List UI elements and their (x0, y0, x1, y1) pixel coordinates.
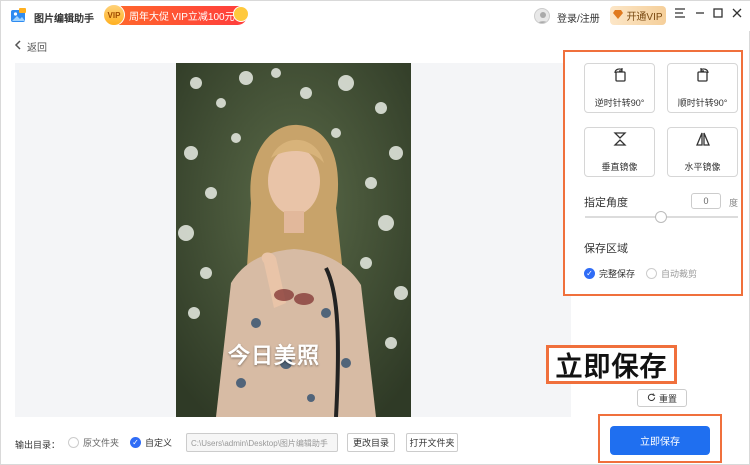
avatar-icon[interactable] (534, 8, 550, 24)
flip-horizontal-button[interactable]: 水平镜像 (667, 127, 738, 177)
full-save-label: 完整保存 (599, 269, 636, 279)
rotate-cw-label: 顺时针转90° (677, 98, 728, 108)
open-folder-button[interactable]: 打开文件夹 (406, 433, 458, 452)
back-button[interactable]: 返回 (14, 39, 47, 54)
checkmark-icon: ✓ (584, 268, 595, 279)
refresh-icon (647, 392, 656, 404)
open-vip-button[interactable]: 开通VIP (610, 6, 666, 25)
promo-text: 周年大促 VIP立减100元 (129, 12, 235, 23)
watermark-text[interactable]: 今日美照 (228, 338, 320, 370)
original-folder-label: 原文件夹 (83, 438, 120, 448)
reset-label: 重置 (658, 393, 677, 404)
reset-button[interactable]: 重置 (637, 389, 687, 407)
maximize-icon[interactable] (711, 7, 725, 23)
vip-button-label: 开通VIP (626, 12, 663, 23)
rotate-ccw-icon (612, 67, 628, 88)
auto-crop-option[interactable]: 自动裁剪 (646, 267, 697, 280)
menu-icon[interactable] (673, 7, 687, 23)
app-window: 图片编辑助手 周年大促 VIP立减100元 VIP 登录/注册 开通VIP 返回 (0, 0, 750, 465)
rotate-cw-button[interactable]: 顺时针转90° (667, 63, 738, 113)
flip-horizontal-label: 水平镜像 (684, 162, 721, 172)
flip-vertical-icon (612, 131, 628, 152)
promo-banner[interactable]: 周年大促 VIP立减100元 (105, 6, 247, 25)
flip-horizontal-icon (695, 131, 711, 152)
minimize-icon[interactable] (693, 7, 707, 23)
original-folder-option[interactable]: 原文件夹 (68, 436, 119, 449)
back-label: 返回 (27, 43, 47, 54)
app-title: 图片编辑助手 (34, 14, 94, 25)
angle-unit: 度 (729, 198, 739, 208)
rotate-ccw-button[interactable]: 逆时针转90° (584, 63, 655, 113)
app-logo-icon (10, 7, 27, 24)
rotate-ccw-label: 逆时针转90° (594, 98, 645, 108)
angle-input[interactable]: 0 (691, 193, 721, 209)
full-save-option[interactable]: ✓ 完整保存 (584, 267, 635, 280)
save-now-callout: 立即保存 (546, 345, 677, 384)
custom-folder-option[interactable]: ✓ 自定义 (130, 436, 172, 449)
save-area-label: 保存区域 (584, 243, 628, 255)
coin-icon (233, 6, 249, 22)
checkmark-icon: ✓ (130, 437, 141, 448)
close-icon[interactable] (730, 7, 744, 23)
save-now-button[interactable]: 立即保存 (610, 426, 710, 455)
promo-vip-badge: VIP (103, 4, 125, 26)
output-dir-label: 输出目录： (15, 440, 61, 450)
chevron-left-icon (14, 40, 21, 53)
radio-empty-icon (68, 437, 79, 448)
radio-empty-icon (646, 268, 657, 279)
custom-folder-label: 自定义 (145, 438, 173, 448)
rotate-cw-icon (695, 67, 711, 88)
angle-label: 指定角度 (584, 197, 628, 209)
login-register-link[interactable]: 登录/注册 (557, 10, 600, 25)
output-path-input[interactable]: C:\Users\admin\Desktop\图片编辑助手 (186, 433, 338, 452)
flip-vertical-label: 垂直镜像 (601, 162, 638, 172)
flip-vertical-button[interactable]: 垂直镜像 (584, 127, 655, 177)
diamond-icon (613, 9, 624, 22)
change-dir-button[interactable]: 更改目录 (347, 433, 395, 452)
angle-slider-thumb[interactable] (655, 211, 667, 223)
auto-crop-label: 自动裁剪 (661, 269, 698, 279)
